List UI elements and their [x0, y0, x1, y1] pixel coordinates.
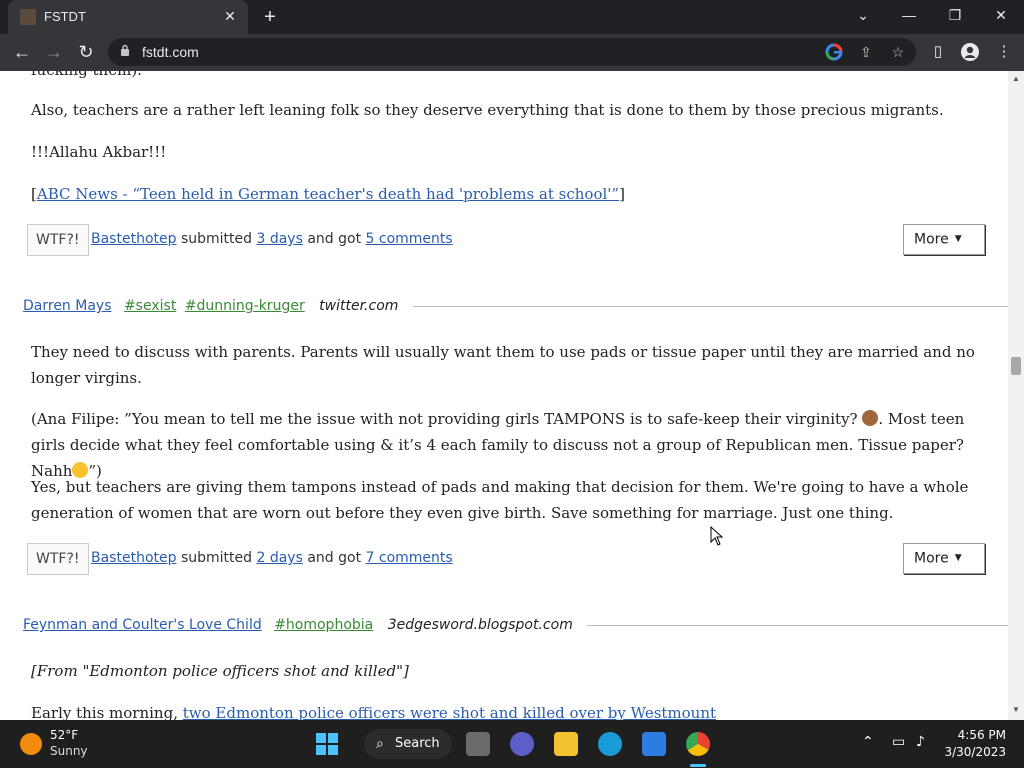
page-viewport: fucking them). Also, teachers are a rath… — [0, 71, 1008, 720]
taskbar-search-button[interactable]: ⌕ Search — [364, 729, 452, 759]
header-divider — [412, 305, 1008, 307]
post-paragraph: Early this morning, two Edmonton police … — [31, 700, 991, 720]
search-label: Search — [395, 736, 440, 751]
clock-date[interactable]: 3/30/2023 — [944, 745, 1006, 759]
post-age-link[interactable]: 3 days — [256, 231, 302, 247]
chrome-menu-icon[interactable]: ⋮ — [994, 42, 1014, 62]
post-action-bar: WTF?! Bastethotep submitted 2 days and g… — [27, 543, 985, 575]
comments-link[interactable]: 5 comments — [366, 231, 453, 247]
wtf-button[interactable]: WTF?! — [27, 224, 89, 256]
edge-browser-icon[interactable] — [598, 732, 622, 756]
windows-taskbar: 52°F Sunny ⌕ Search ⌃ ▭ ♪ 4:56 PM 3/30/2… — [0, 720, 1024, 768]
article-link[interactable]: two Edmonton police officers were shot a… — [183, 704, 716, 720]
caret-down-icon: ▼ — [954, 553, 962, 563]
post-paragraph: Yes, but teachers are giving them tampon… — [31, 478, 969, 522]
post-source: 3edgesword.blogspot.com — [387, 617, 573, 633]
tab-title: FSTDT — [44, 9, 86, 24]
task-view-icon[interactable] — [466, 732, 490, 756]
search-icon: ⌕ — [376, 736, 384, 752]
active-app-indicator — [690, 764, 706, 767]
volume-icon[interactable]: ♪ — [916, 734, 925, 750]
submitter-link[interactable]: Bastethotep — [91, 231, 177, 247]
caret-down-icon: ▼ — [954, 234, 962, 244]
more-dropdown-button[interactable]: More ▼ — [903, 224, 985, 255]
more-dropdown-button[interactable]: More ▼ — [903, 543, 985, 574]
page-scrollbar[interactable]: ▲ ▼ — [1008, 71, 1024, 720]
browser-tab[interactable]: FSTDT ✕ — [8, 0, 248, 34]
google-lens-icon[interactable] — [824, 42, 844, 62]
post-author-link[interactable]: Darren Mays — [23, 298, 112, 314]
start-button-icon[interactable] — [316, 733, 338, 755]
weather-temperature[interactable]: 52°F — [50, 728, 78, 742]
show-hidden-icons-chevron-icon[interactable]: ⌃ — [862, 734, 874, 750]
scrollbar-thumb[interactable] — [1011, 357, 1021, 375]
and-got-text: and got — [307, 550, 362, 566]
lock-icon[interactable] — [120, 44, 130, 56]
post-paragraph: Also, teachers are a rather left leaning… — [31, 101, 944, 119]
scroll-up-icon[interactable]: ▲ — [1011, 74, 1021, 83]
browser-toolbar: ← → ↻ fstdt.com ⇪ ☆ ▯ ⋮ — [0, 34, 1024, 72]
post-paragraph: !!!Allahu Akbar!!! — [31, 143, 167, 161]
bracket-close: ] — [619, 185, 625, 203]
post-age-link[interactable]: 2 days — [256, 550, 302, 566]
facepalm-emoji-icon — [862, 410, 879, 426]
address-bar[interactable]: fstdt.com ⇪ ☆ — [108, 38, 916, 66]
side-panel-icon[interactable]: ▯ — [928, 42, 948, 62]
restore-button[interactable]: ❐ — [932, 0, 978, 32]
post-paragraph: [From "Edmonton police officers shot and… — [31, 662, 409, 680]
network-icon[interactable]: ▭ — [892, 734, 905, 750]
url-text: fstdt.com — [142, 44, 199, 60]
clock-time[interactable]: 4:56 PM — [958, 728, 1006, 742]
reload-button[interactable]: ↻ — [72, 38, 100, 66]
back-button[interactable]: ← — [8, 38, 36, 66]
teams-chat-icon[interactable] — [510, 732, 534, 756]
weather-sun-icon[interactable] — [20, 733, 42, 755]
truncated-text-line: fucking them). — [31, 71, 991, 83]
microsoft-store-icon[interactable] — [642, 732, 666, 756]
source-link-line: [ABC News - “Teen held in German teacher… — [31, 181, 991, 207]
minimize-button[interactable]: — — [886, 0, 932, 32]
post-paragraph: (Ana Filipe: ”You mean to tell me the is… — [31, 406, 991, 484]
new-tab-button[interactable]: + — [258, 5, 282, 29]
more-label: More — [914, 231, 949, 248]
more-label: More — [914, 550, 949, 567]
comments-link[interactable]: 7 comments — [366, 550, 453, 566]
paragraph-part: (Ana Filipe: ”You mean to tell me the is… — [31, 410, 858, 428]
tab-search-icon[interactable]: ⌄ — [840, 0, 886, 32]
post-paragraph: They need to discuss with parents. Paren… — [31, 343, 975, 387]
wtf-button[interactable]: WTF?! — [27, 543, 89, 575]
post-header: Darren Mays #sexist #dunning-kruger twit… — [23, 298, 1008, 318]
mouse-cursor-icon — [710, 526, 724, 546]
post-header: Feynman and Coulter's Love Child #homoph… — [23, 617, 1008, 637]
chrome-taskbar-icon[interactable] — [686, 732, 710, 756]
weather-condition[interactable]: Sunny — [50, 744, 88, 758]
post-source: twitter.com — [319, 298, 399, 314]
close-tab-icon[interactable]: ✕ — [220, 6, 240, 26]
post-meta: Bastethotep submitted 2 days and got 7 c… — [91, 550, 453, 566]
submitter-link[interactable]: Bastethotep — [91, 550, 177, 566]
bookmark-star-icon[interactable]: ☆ — [888, 42, 908, 62]
forward-button[interactable]: → — [40, 38, 68, 66]
tag-link[interactable]: #sexist — [124, 298, 176, 314]
post-action-bar: WTF?! Bastethotep submitted 3 days and g… — [27, 224, 985, 256]
post-meta: Bastethotep submitted 3 days and got 5 c… — [91, 231, 453, 247]
share-icon[interactable]: ⇪ — [856, 42, 876, 62]
and-got-text: and got — [307, 231, 362, 247]
submitted-text: submitted — [180, 231, 253, 247]
source-link[interactable]: ABC News - “Teen held in German teacher'… — [37, 185, 619, 203]
tag-link[interactable]: #homophobia — [274, 617, 373, 633]
submitted-text: submitted — [180, 550, 253, 566]
file-explorer-icon[interactable] — [554, 732, 578, 756]
header-divider — [587, 624, 1008, 626]
profile-avatar-icon[interactable] — [960, 42, 980, 62]
post-author-link[interactable]: Feynman and Coulter's Love Child — [23, 617, 262, 633]
window-close-button[interactable]: ✕ — [978, 0, 1024, 32]
tag-link[interactable]: #dunning-kruger — [185, 298, 305, 314]
site-favicon-icon — [20, 9, 36, 25]
scroll-down-icon[interactable]: ▼ — [1011, 705, 1021, 714]
paragraph-part: Early this morning, — [31, 704, 183, 720]
tab-strip: FSTDT ✕ + ⌄ — ❐ ✕ — [0, 0, 1024, 34]
